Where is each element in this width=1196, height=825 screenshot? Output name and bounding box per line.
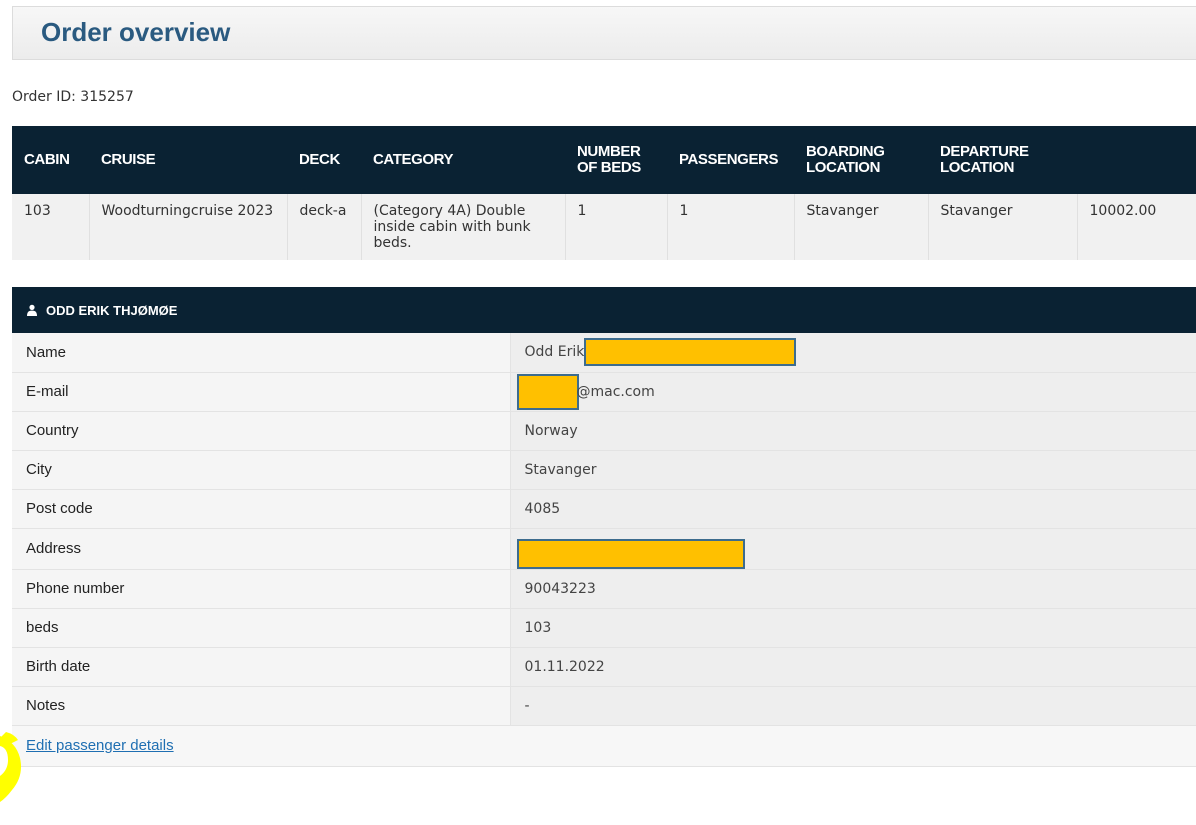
detail-label: Phone number — [12, 569, 511, 609]
passenger-details-table: Name Odd Erik E-mail @mac.com Country No… — [12, 333, 1196, 726]
detail-label: Post code — [12, 489, 511, 529]
cell-deck: deck-a — [287, 194, 362, 260]
cell-cabin: 103 — [12, 194, 90, 260]
page-title: Order overview — [41, 17, 231, 47]
detail-row-country: Country Norway — [12, 411, 1196, 451]
header-boarding-location: BOARDING LOCATION — [794, 126, 928, 194]
header-deck: DECK — [287, 126, 361, 194]
order-id: Order ID: 315257 — [12, 89, 134, 105]
detail-value: Norway — [510, 411, 1196, 451]
page-header: Order overview — [12, 6, 1196, 60]
detail-value-text: @mac.com — [576, 383, 655, 400]
detail-row-phone: Phone number 90043223 — [12, 569, 1196, 609]
passenger-name-heading: ODD ERIK THJØMØE — [46, 302, 178, 318]
header-departure-location: DEPARTURE LOCATION — [928, 126, 1077, 194]
order-table: CABIN CRUISE DECK CATEGORY NUMBER OF BED… — [12, 126, 1196, 260]
detail-row-birth-date: Birth date 01.11.2022 — [12, 647, 1196, 687]
header-category: CATEGORY — [361, 126, 565, 194]
cell-category: (Category 4A) Double inside cabin with b… — [361, 194, 566, 260]
detail-label: E-mail — [12, 372, 511, 412]
order-row: 103 Woodturningcruise 2023 deck-a (Categ… — [12, 194, 1196, 260]
detail-row-city: City Stavanger — [12, 450, 1196, 490]
detail-value: 01.11.2022 — [510, 647, 1196, 687]
detail-row-address: Address — [12, 528, 1196, 570]
detail-label: Birth date — [12, 647, 511, 687]
detail-label: Address — [12, 528, 511, 570]
header-number-of-beds: NUMBER OF BEDS — [565, 126, 667, 194]
header-cabin: CABIN — [12, 126, 89, 194]
detail-row-beds: beds 103 — [12, 608, 1196, 648]
cell-boarding-location: Stavanger — [794, 194, 929, 260]
header-cruise: CRUISE — [89, 126, 287, 194]
detail-row-name: Name Odd Erik — [12, 333, 1196, 373]
redaction-box — [516, 538, 745, 569]
detail-label: beds — [12, 608, 511, 648]
detail-value-name: Odd Erik — [510, 333, 1196, 373]
header-passengers: PASSENGERS — [667, 126, 794, 194]
detail-label: Name — [12, 333, 511, 373]
detail-value-address — [510, 528, 1196, 570]
detail-label: City — [12, 450, 511, 490]
redaction-box — [516, 373, 579, 410]
order-table-header-row: CABIN CRUISE DECK CATEGORY NUMBER OF BED… — [12, 126, 1196, 194]
detail-value: 103 — [510, 608, 1196, 648]
passenger-section: ODD ERIK THJØMØE Name Odd Erik E-mail @m… — [12, 287, 1196, 767]
detail-label: Notes — [12, 686, 511, 726]
user-icon — [27, 304, 37, 316]
edit-passenger-details-link[interactable]: Edit passenger details — [26, 737, 174, 754]
detail-row-post-code: Post code 4085 — [12, 489, 1196, 529]
header-price — [1077, 126, 1196, 194]
detail-value: 4085 — [510, 489, 1196, 529]
detail-row-email: E-mail @mac.com — [12, 372, 1196, 412]
detail-value-text: Odd Erik — [524, 344, 585, 361]
detail-value-email: @mac.com — [510, 372, 1196, 412]
cell-cruise: Woodturningcruise 2023 — [89, 194, 288, 260]
edit-row: Edit passenger details — [12, 725, 1196, 767]
highlight-annotation — [0, 732, 21, 802]
detail-value: - — [510, 686, 1196, 726]
passenger-header: ODD ERIK THJØMØE — [12, 287, 1196, 333]
cell-departure-location: Stavanger — [928, 194, 1078, 260]
detail-value: 90043223 — [510, 569, 1196, 609]
detail-row-notes: Notes - — [12, 686, 1196, 726]
detail-label: Country — [12, 411, 511, 451]
redaction-box — [584, 338, 797, 367]
cell-number-of-beds: 1 — [565, 194, 668, 260]
cell-passengers: 1 — [667, 194, 795, 260]
detail-value: Stavanger — [510, 450, 1196, 490]
cell-price: 10002.00 — [1077, 194, 1196, 260]
